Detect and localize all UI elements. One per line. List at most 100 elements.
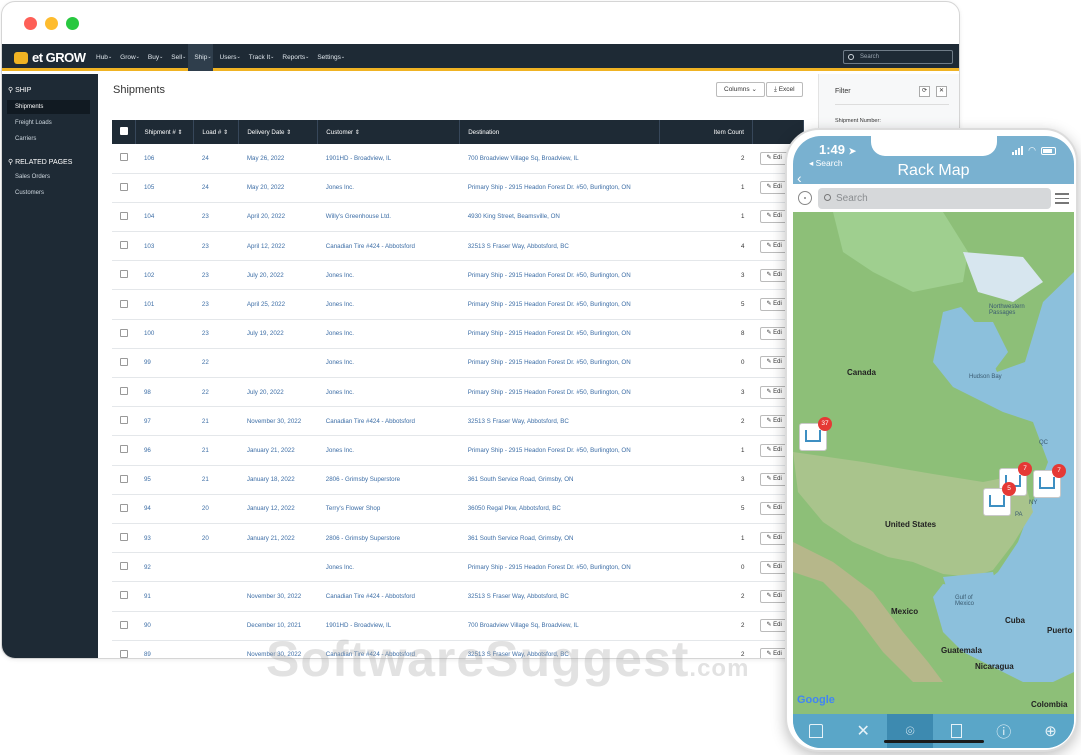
map-pin-east-3[interactable]: 5 — [983, 482, 1016, 516]
table-row[interactable]: 89 November 30, 2022 Canadian Tire #424 - … — [112, 640, 804, 658]
row-select-cell[interactable] — [112, 581, 136, 612]
row-select-cell[interactable] — [112, 611, 136, 641]
edit-button[interactable]: ✎ Edi — [760, 181, 788, 195]
header-destination[interactable]: Destination — [459, 120, 661, 144]
map-pin-east-2[interactable]: 7 — [1033, 464, 1066, 498]
edit-button[interactable]: ✎ Edi — [760, 648, 788, 658]
cell-shipment-number[interactable]: 105 — [135, 173, 194, 203]
cell-delivery-date[interactable]: November 30, 2022 — [238, 640, 318, 658]
cell-customer[interactable]: Jones Inc. — [317, 348, 460, 379]
cell-customer[interactable]: Canadian Tire #424 - Abbotsford — [317, 640, 460, 658]
header-customer[interactable]: Customer ⇕ — [317, 120, 461, 144]
sidebar-item-freight-loads[interactable]: Freight Loads — [2, 116, 98, 130]
cell-shipment-number[interactable]: 106 — [135, 144, 194, 174]
tab-globe[interactable]: ⊕ — [1027, 714, 1074, 748]
cell-load-number[interactable]: 21 — [193, 465, 239, 495]
cell-shipment-number[interactable]: 89 — [135, 640, 194, 658]
cell-shipment-number[interactable]: 92 — [135, 552, 194, 583]
phone-search-input[interactable]: Search — [818, 188, 1051, 209]
list-view-icon[interactable] — [1055, 193, 1069, 207]
edit-button[interactable]: ✎ Edi — [760, 473, 788, 487]
cell-customer[interactable]: Canadian Tire #424 - Abbotsford — [317, 581, 460, 612]
map-pin-west[interactable]: 37 — [799, 417, 832, 451]
cell-customer[interactable]: Jones Inc. — [317, 319, 460, 349]
cell-shipment-number[interactable]: 101 — [135, 289, 194, 320]
edit-button[interactable]: ✎ Edi — [760, 589, 788, 603]
cell-shipment-number[interactable]: 94 — [135, 494, 194, 524]
edit-button[interactable]: ✎ Edi — [760, 560, 788, 574]
table-row[interactable]: 102 23 July 20, 2022 Jones Inc. Primary Ship… — [112, 260, 804, 291]
row-checkbox[interactable] — [120, 211, 128, 220]
cell-destination[interactable]: Primary Ship - 2915 Headon Forest Dr. #5… — [459, 173, 660, 203]
sidebar-item-shipments[interactable]: Shipments — [7, 100, 90, 114]
cell-destination[interactable]: 700 Broadview Village Sq, Broadview, IL — [459, 611, 660, 641]
cell-delivery-date[interactable]: January 21, 2022 — [238, 523, 318, 554]
cell-customer[interactable]: Terry's Flower Shop — [317, 494, 460, 524]
cell-destination[interactable]: 32513 S Fraser Way, Abbotsford, BC — [459, 640, 660, 658]
table-row[interactable]: 101 23 April 25, 2022 Jones Inc. Primary Shi… — [112, 289, 804, 320]
row-select-cell[interactable] — [112, 552, 136, 583]
cell-destination[interactable]: Primary Ship - 2915 Headon Forest Dr. #5… — [459, 289, 660, 320]
row-select-cell[interactable] — [112, 435, 136, 466]
sidebar-item-customers[interactable]: Customers — [2, 186, 98, 200]
select-all-checkbox[interactable] — [120, 127, 128, 135]
cell-shipment-number[interactable]: 91 — [135, 581, 194, 612]
edit-button[interactable]: ✎ Edi — [760, 502, 788, 516]
top-search-input[interactable]: Search — [843, 50, 953, 64]
cell-destination[interactable]: 36050 Regal Pkw, Abbotsford, BC — [459, 494, 660, 524]
cell-shipment-number[interactable]: 100 — [135, 319, 194, 349]
row-checkbox[interactable] — [120, 182, 128, 191]
select-all-header[interactable] — [112, 120, 137, 144]
edit-button[interactable]: ✎ Edi — [760, 268, 788, 282]
cell-delivery-date[interactable]: July 20, 2022 — [238, 260, 318, 291]
cell-delivery-date[interactable] — [238, 552, 318, 583]
row-checkbox[interactable] — [120, 357, 128, 366]
cell-load-number[interactable]: 20 — [193, 494, 239, 524]
cell-customer[interactable]: Jones Inc. — [317, 173, 460, 203]
row-checkbox[interactable] — [120, 270, 128, 279]
sidebar-item-carriers[interactable]: Carriers — [2, 132, 98, 146]
cell-destination[interactable]: Primary Ship - 2915 Headon Forest Dr. #5… — [459, 260, 660, 291]
edit-button[interactable]: ✎ Edi — [760, 210, 788, 224]
cell-delivery-date[interactable]: January 18, 2022 — [238, 465, 318, 495]
cell-shipment-number[interactable]: 104 — [135, 202, 194, 233]
cell-shipment-number[interactable]: 97 — [135, 406, 194, 437]
cell-load-number[interactable]: 20 — [193, 523, 239, 554]
cell-customer[interactable]: 2806 - Grimsby Superstore — [317, 465, 460, 495]
row-checkbox[interactable] — [120, 591, 128, 600]
cell-destination[interactable]: 700 Broadview Village Sq, Broadview, IL — [459, 144, 660, 174]
edit-button[interactable]: ✎ Edi — [760, 414, 788, 428]
cell-load-number[interactable]: 23 — [193, 202, 239, 233]
cell-destination[interactable]: 32513 S Fraser Way, Abbotsford, BC — [459, 231, 660, 262]
cell-shipment-number[interactable]: 90 — [135, 611, 194, 641]
cell-load-number[interactable]: 22 — [193, 348, 239, 379]
edit-button[interactable]: ✎ Edi — [760, 298, 788, 312]
cell-customer[interactable]: Canadian Tire #424 - Abbotsford — [317, 406, 460, 437]
cell-delivery-date[interactable]: December 10, 2021 — [238, 611, 318, 641]
edit-button[interactable]: ✎ Edi — [760, 385, 788, 399]
cell-customer[interactable]: Jones Inc. — [317, 552, 460, 583]
row-checkbox[interactable] — [120, 474, 128, 483]
edit-button[interactable]: ✎ Edi — [760, 443, 788, 457]
row-select-cell[interactable] — [112, 640, 136, 658]
cell-delivery-date[interactable]: July 19, 2022 — [238, 319, 318, 349]
row-checkbox[interactable] — [120, 153, 128, 162]
row-checkbox[interactable] — [120, 445, 128, 454]
cell-delivery-date[interactable]: May 26, 2022 — [238, 144, 318, 174]
cell-load-number[interactable]: 23 — [193, 231, 239, 262]
cell-load-number[interactable]: 23 — [193, 319, 239, 349]
edit-button[interactable]: ✎ Edi — [760, 151, 788, 165]
header-shipment[interactable]: Shipment # ⇕ — [135, 120, 195, 144]
refresh-filter-icon[interactable]: ⟳ — [919, 86, 930, 97]
cell-delivery-date[interactable]: January 21, 2022 — [238, 435, 318, 466]
locate-me-icon[interactable] — [798, 191, 812, 205]
row-select-cell[interactable] — [112, 348, 136, 379]
table-row[interactable]: 90 December 10, 2021 1901HD - Broadview, I… — [112, 611, 804, 641]
table-row[interactable]: 105 24 May 20, 2022 Jones Inc. Primary Ship … — [112, 173, 804, 203]
cell-customer[interactable]: Jones Inc. — [317, 289, 460, 320]
row-select-cell[interactable] — [112, 465, 136, 495]
cell-load-number[interactable]: 23 — [193, 289, 239, 320]
cell-delivery-date[interactable]: May 20, 2022 — [238, 173, 318, 203]
cell-customer[interactable]: Jones Inc. — [317, 260, 460, 291]
row-select-cell[interactable] — [112, 144, 136, 174]
